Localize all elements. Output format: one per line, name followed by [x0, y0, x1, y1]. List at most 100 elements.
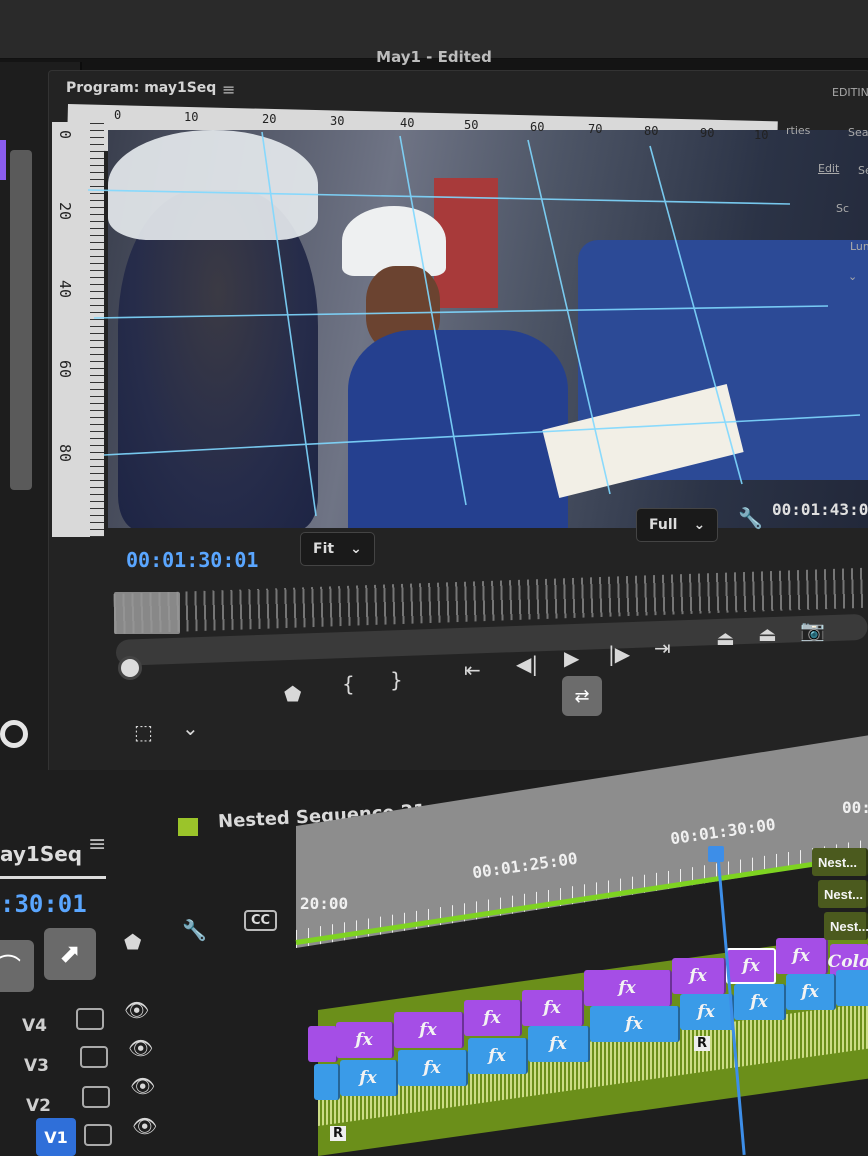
chevron-down-icon: ⌄ [350, 541, 362, 557]
quality-select-value: Full [649, 517, 678, 533]
left-scrollbar[interactable] [10, 150, 32, 490]
ruler-top-label: 20 [262, 112, 277, 126]
track-label-v2[interactable]: V2 [26, 1096, 51, 1116]
add-marker-icon[interactable]: ⬟ [124, 930, 141, 954]
record-icon[interactable] [0, 720, 28, 748]
video-clip[interactable]: fx [776, 938, 828, 974]
ruler-left [52, 122, 104, 537]
mark-in-icon[interactable]: { [342, 672, 355, 696]
workspace-label[interactable]: EDITING [832, 86, 868, 99]
step-back-icon[interactable]: ◀| [516, 652, 538, 676]
edit-tab[interactable]: Edit [818, 162, 839, 175]
video-frame [108, 130, 868, 528]
video-clip[interactable]: fx [340, 1060, 398, 1096]
eye-icon[interactable]: 👁 [130, 1074, 155, 1098]
camera-icon[interactable]: 📷 [800, 618, 825, 642]
play-icon[interactable]: ▶ [564, 646, 579, 670]
ruler-left-label: 40 [56, 280, 74, 299]
ruler-top-label: 90 [700, 126, 715, 140]
wrench-icon[interactable]: 🔧 [182, 918, 207, 942]
chevron-down-icon[interactable]: ⌄ [848, 270, 857, 283]
worker-center-body [348, 330, 568, 528]
add-marker-icon[interactable]: ⬟ [284, 682, 301, 706]
video-clip[interactable]: fx [528, 1026, 590, 1062]
eye-icon[interactable]: 👁 [132, 1114, 157, 1138]
ruler-timecode: 20:00 [300, 894, 349, 913]
nested-clip[interactable]: Nest... [824, 912, 868, 940]
track-label-v3[interactable]: V3 [24, 1056, 49, 1076]
timeline-timecode[interactable]: :30:01 [0, 890, 87, 918]
ruler-left-label: 0 [56, 130, 74, 140]
video-clip[interactable]: fx [468, 1038, 528, 1074]
extract-icon[interactable]: ⏏ [758, 622, 777, 646]
video-clip[interactable]: fx [672, 958, 726, 994]
search-tab[interactable]: Sear [848, 126, 868, 139]
video-clip[interactable]: fx [398, 1050, 468, 1086]
se-tab[interactable]: Se [858, 164, 868, 177]
video-clip[interactable] [308, 1026, 338, 1062]
program-monitor-title[interactable]: Program: may1Seq [66, 80, 216, 96]
ripple-edit-button[interactable]: ⌒ [0, 940, 34, 992]
track-label-v4[interactable]: V4 [22, 1016, 47, 1036]
lum-item[interactable]: Lum [850, 240, 868, 253]
eye-icon[interactable]: 👁 [128, 1036, 153, 1060]
ruler-top-label: 70 [588, 122, 603, 136]
monitor-playhead[interactable] [114, 592, 180, 634]
wrench-icon[interactable]: 🔧 [738, 506, 763, 530]
helmet-left [108, 130, 318, 240]
video-clip[interactable]: fx [522, 990, 584, 1026]
eye-icon[interactable]: 👁 [124, 998, 149, 1022]
sequence-tab[interactable]: ay1Seq [0, 842, 82, 866]
zoom-select[interactable]: Fit ⌄ [300, 532, 375, 566]
go-to-out-icon[interactable]: ⇥ [654, 636, 671, 660]
worker-left-figure [118, 190, 318, 528]
comparison-view-icon[interactable]: ⇄ [562, 676, 602, 716]
ruler-top-label: 40 [400, 116, 415, 130]
panel-menu-icon[interactable]: ≡ [222, 80, 235, 99]
nested-clip[interactable]: Nest... [812, 848, 868, 876]
chevron-down-icon[interactable]: ⌄ [182, 716, 199, 740]
sync-lock-icon[interactable] [84, 1124, 112, 1146]
video-clip[interactable]: fx [680, 994, 734, 1030]
video-clip[interactable] [836, 970, 868, 1006]
ruler-top-label: 0 [114, 108, 122, 122]
video-clip[interactable]: fx [464, 1000, 522, 1036]
ruler-top-label: 60 [530, 120, 545, 134]
quality-select[interactable]: Full ⌄ [636, 508, 719, 542]
lift-icon[interactable]: ⏏ [716, 626, 735, 650]
panel-menu-icon[interactable]: ≡ [88, 832, 106, 857]
video-clip[interactable]: fx [734, 984, 786, 1020]
sync-lock-icon[interactable] [82, 1086, 110, 1108]
safe-margins-icon[interactable]: ⬚ [134, 720, 153, 744]
ruler-left-label: 20 [56, 202, 74, 221]
zoom-scrollbar-handle[interactable] [118, 656, 142, 680]
zoom-select-value: Fit [313, 541, 335, 557]
sequence-color-swatch [178, 818, 198, 836]
step-forward-icon[interactable]: |▶ [608, 642, 630, 666]
video-clip[interactable]: fx [394, 1012, 464, 1048]
video-clip[interactable]: fx [584, 970, 672, 1006]
video-clip[interactable]: fx [590, 1006, 680, 1042]
selected-video-clip[interactable]: fx [726, 948, 776, 984]
video-tracks: fx fx fx fx fx fx fx fx Colo fx fx fx fx… [300, 930, 868, 1156]
ruler-top-label: 10 [184, 110, 199, 124]
go-to-in-icon[interactable]: ⇤ [464, 658, 481, 682]
timeline-playhead-handle[interactable] [708, 846, 724, 862]
properties-tab[interactable]: rties [786, 124, 810, 137]
ruler-timecode: 00: [842, 798, 868, 817]
linked-selection-button[interactable]: ⬈ [44, 928, 96, 980]
ruler-left-label: 80 [56, 444, 74, 463]
sync-lock-icon[interactable] [80, 1046, 108, 1068]
track-label-v1[interactable]: V1 [36, 1118, 76, 1156]
video-clip[interactable]: fx [786, 974, 836, 1010]
ruler-top-label: 10 [754, 128, 769, 142]
nested-clip[interactable]: Nest... [818, 880, 868, 908]
captions-button[interactable]: CC [244, 910, 278, 931]
sync-lock-icon[interactable] [76, 1008, 104, 1030]
sc-item[interactable]: Sc [836, 202, 849, 215]
video-clip[interactable] [314, 1064, 340, 1100]
mark-out-icon[interactable]: } [390, 668, 403, 692]
duration-timecode: 00:01:43:04 [772, 500, 868, 519]
video-clip[interactable]: fx [336, 1022, 394, 1058]
current-timecode[interactable]: 00:01:30:01 [126, 548, 258, 572]
